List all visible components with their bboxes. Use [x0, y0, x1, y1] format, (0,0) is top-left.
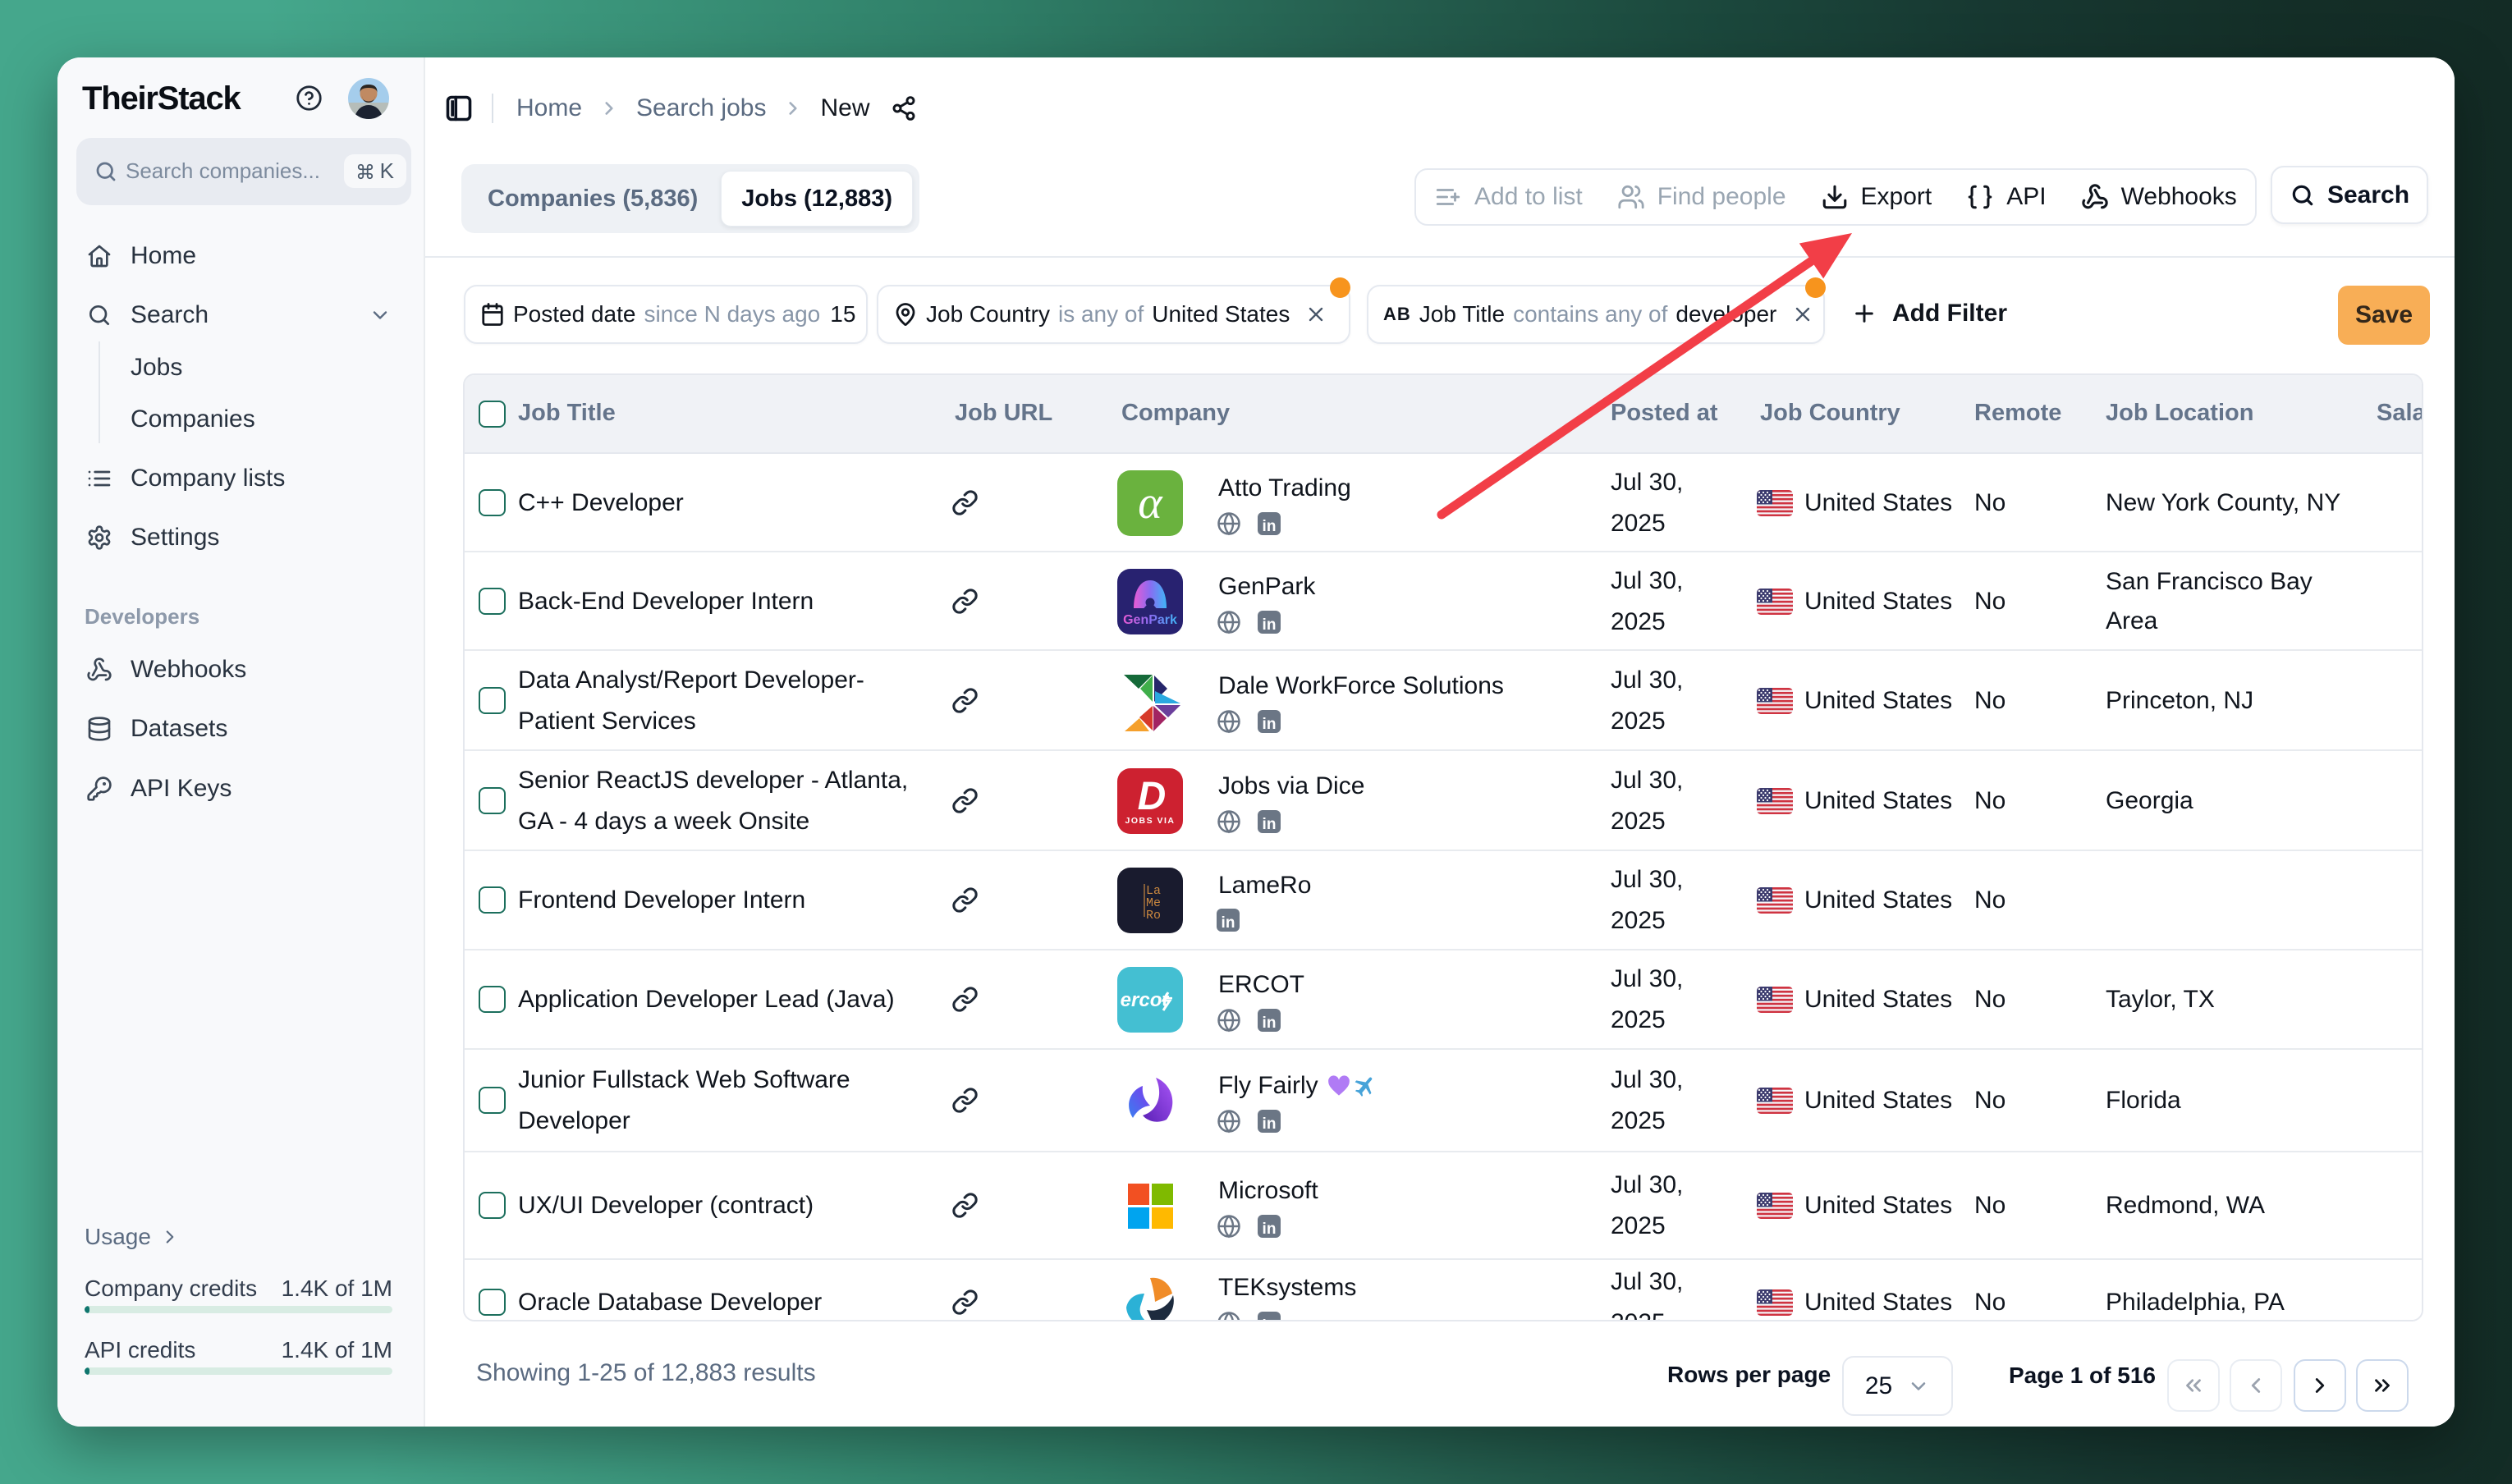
svg-text:Ro: Ro — [1146, 909, 1161, 923]
svg-text:GenPark: GenPark — [1123, 613, 1177, 627]
svg-text:JOBS VIA: JOBS VIA — [1125, 816, 1175, 826]
svg-text:ercot: ercot — [1121, 989, 1170, 1011]
svg-text:α: α — [1138, 478, 1163, 529]
svg-text:D: D — [1138, 775, 1167, 818]
